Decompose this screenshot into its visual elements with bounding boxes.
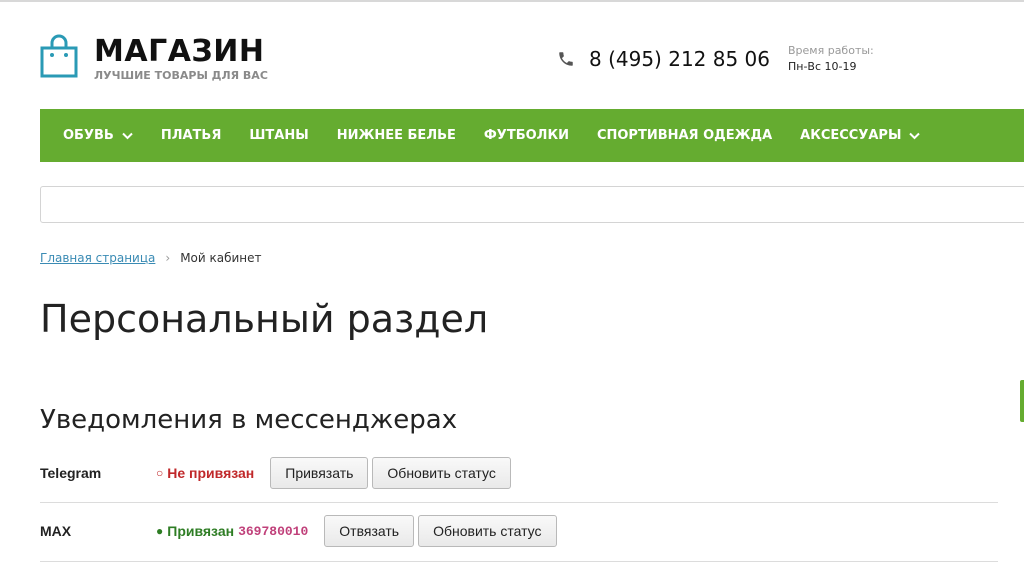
row-divider	[40, 502, 998, 503]
nav-item-tshirts[interactable]: ФУТБОЛКИ	[470, 128, 583, 143]
status-text: Привязан	[167, 523, 235, 539]
breadcrumb-separator: ›	[165, 251, 171, 265]
logo-text: МАГАЗИН ЛУЧШИЕ ТОВАРЫ ДЛЯ ВАС	[94, 34, 268, 83]
logo-subtitle: ЛУЧШИЕ ТОВАРЫ ДЛЯ ВАС	[94, 69, 268, 82]
unlink-button[interactable]: Отвязать	[324, 515, 415, 547]
search-input[interactable]	[40, 186, 1024, 223]
phone-contact[interactable]: 8 (495) 212 85 06	[557, 47, 770, 71]
breadcrumb-current: Мой кабинет	[180, 251, 262, 265]
top-border	[0, 0, 1024, 2]
section-title: Уведомления в мессенджерах	[40, 405, 458, 435]
phone-icon	[559, 52, 573, 66]
logo-title: МАГАЗИН	[94, 34, 265, 69]
link-button[interactable]: Привязать	[270, 457, 369, 489]
chat-id: 369780010	[238, 523, 309, 539]
status-text: Не привязан	[167, 465, 255, 481]
nav-item-underwear[interactable]: НИЖНЕЕ БЕЛЬЕ	[323, 128, 470, 143]
hours-value: Пн-Вс 10-19	[788, 60, 857, 73]
nav-item-label: ШТАНЫ	[249, 128, 309, 143]
nav-item-pants[interactable]: ШТАНЫ	[235, 128, 322, 143]
nav-item-label: СПОРТИВНАЯ ОДЕЖДА	[596, 128, 773, 143]
messenger-row-max: MAX ● Привязан 369780010 Отвязать Обнови…	[40, 514, 998, 548]
phone-number[interactable]: 8 (495) 212 85 06	[589, 47, 770, 71]
nav-item-label: ОБУВЬ	[63, 128, 114, 143]
status-linked-icon: ●	[156, 524, 164, 538]
site-logo[interactable]: МАГАЗИН ЛУЧШИЕ ТОВАРЫ ДЛЯ ВАС	[40, 34, 268, 83]
chevron-down-icon	[909, 132, 921, 139]
shopping-bag-icon	[40, 34, 78, 78]
chevron-down-icon	[122, 132, 133, 139]
status-badge: ● Привязан 369780010	[156, 523, 308, 539]
nav-item-label: ФУТБОЛКИ	[483, 128, 569, 143]
nav-item-dresses[interactable]: ПЛАТЬЯ	[147, 128, 236, 143]
status-badge: ○ Не привязан	[156, 465, 254, 481]
row-divider	[40, 561, 998, 562]
side-tab[interactable]	[1020, 380, 1024, 422]
messenger-name: MAX	[40, 523, 72, 539]
hours-label: Время работы:	[788, 44, 874, 57]
main-nav: ОБУВЬ ПЛАТЬЯ ШТАНЫ НИЖНЕЕ БЕЛЬЕ ФУТБОЛКИ…	[40, 109, 1024, 162]
nav-item-shoes[interactable]: ОБУВЬ	[40, 128, 147, 143]
messenger-row-telegram: Telegram ○ Не привязан Привязать Обновит…	[40, 456, 998, 490]
refresh-status-button[interactable]: Обновить статус	[418, 515, 557, 547]
working-hours: Время работы: Пн-Вс 10-19	[788, 44, 874, 73]
nav-item-accessories[interactable]: АКСЕССУАРЫ	[786, 128, 934, 143]
nav-item-label: НИЖНЕЕ БЕЛЬЕ	[336, 128, 456, 143]
breadcrumb: Главная страница › Мой кабинет	[40, 251, 262, 265]
breadcrumb-home-link[interactable]: Главная страница	[40, 251, 155, 265]
nav-item-sportswear[interactable]: СПОРТИВНАЯ ОДЕЖДА	[583, 128, 786, 143]
nav-item-label: ПЛАТЬЯ	[160, 128, 222, 143]
nav-item-label: АКСЕССУАРЫ	[800, 128, 902, 143]
messenger-name: Telegram	[40, 465, 102, 481]
refresh-status-button[interactable]: Обновить статус	[372, 457, 511, 489]
page-title: Персональный раздел	[40, 297, 489, 341]
status-unlinked-icon: ○	[156, 466, 164, 480]
